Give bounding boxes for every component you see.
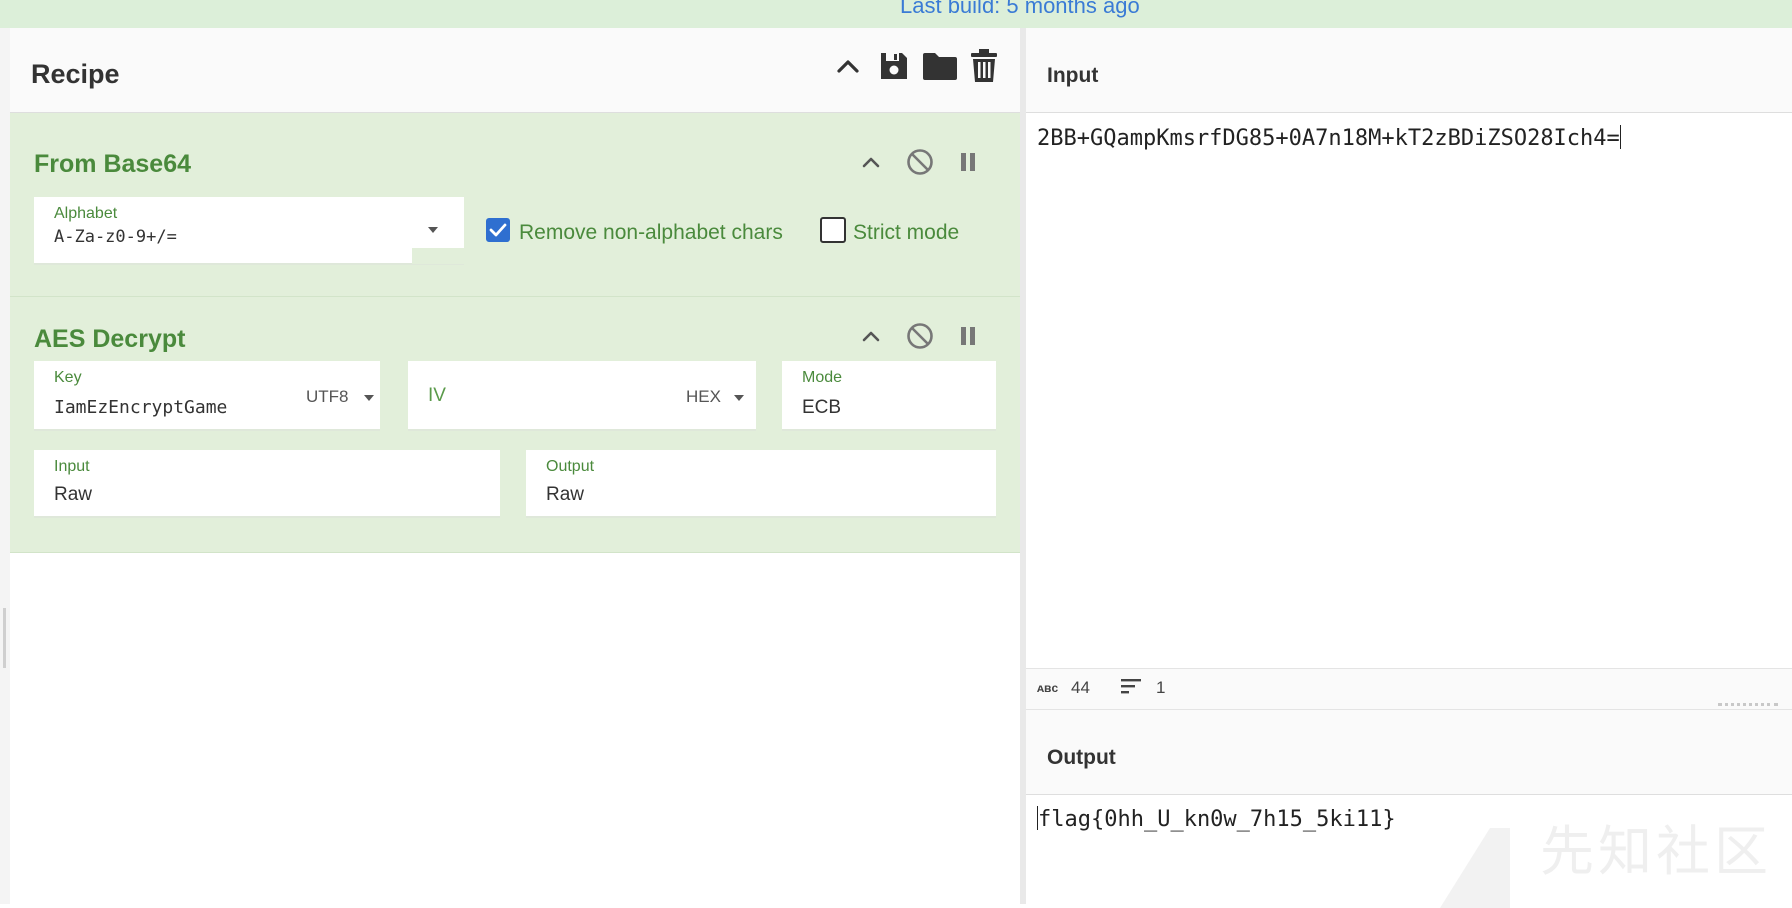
strict-mode-checkbox[interactable] (820, 217, 846, 243)
watermark-logo-icon (1440, 828, 1510, 908)
resize-handle[interactable] (1718, 703, 1778, 709)
disable-icon[interactable] (905, 321, 935, 351)
alphabet-label: Alphabet (54, 205, 118, 222)
alphabet-value: A-Za-z0-9+/= (54, 227, 177, 247)
text-cursor (1619, 125, 1621, 149)
abc-icon: ᴀʙᴄ (1037, 681, 1059, 695)
aes-input-label: Input (54, 458, 90, 475)
mode-value: ECB (802, 397, 842, 418)
op-title: AES Decrypt (34, 325, 186, 353)
input-text: 2BB+GQampKmsrfDG85+0A7n18M+kT2zBDiZSO28I… (1037, 126, 1620, 151)
iv-field[interactable]: IV HEX (408, 361, 756, 431)
chevron-down-icon[interactable] (428, 227, 438, 233)
input-lines: 1 (1156, 678, 1166, 697)
field-notch (412, 248, 464, 264)
input-status-bar: ᴀʙᴄ 44 1 (1026, 668, 1792, 710)
aes-input-value: Raw (54, 484, 93, 505)
op-title: From Base64 (34, 150, 192, 178)
strict-mode-label: Strict mode (853, 221, 960, 244)
output-textarea[interactable]: flag{0hh_U_kn0w_7h15_5ki11} (1037, 806, 1396, 832)
aes-output-field[interactable]: Output Raw (526, 450, 996, 518)
collapse-icon[interactable] (856, 321, 886, 351)
chevron-down-icon[interactable] (734, 395, 744, 401)
watermark-text: 先知社区 (1540, 820, 1772, 883)
folder-icon[interactable] (922, 46, 958, 86)
alphabet-field[interactable]: Alphabet A-Za-z0-9+/= (34, 197, 464, 265)
output-text: flag{0hh_U_kn0w_7h15_5ki11} (1038, 807, 1396, 832)
collapse-icon[interactable] (856, 147, 886, 177)
aes-input-field[interactable]: Input Raw (34, 450, 500, 518)
mode-field[interactable]: Mode ECB (782, 361, 996, 431)
aes-output-label: Output (546, 458, 595, 475)
iv-placeholder: IV (428, 385, 446, 406)
key-field[interactable]: Key IamEzEncryptGame UTF8 (34, 361, 380, 431)
input-title: Input (1047, 64, 1099, 87)
mode-label: Mode (802, 369, 843, 386)
breakpoint-icon[interactable] (953, 321, 983, 351)
io-panel: Input 2BB+GQampKmsrfDG85+0A7n18M+kT2zBDi… (1026, 28, 1792, 904)
op-aes-decrypt: AES Decrypt Key IamEzEncryptGame UTF8 IV… (10, 297, 1020, 553)
aes-output-value: Raw (546, 484, 585, 505)
input-textarea[interactable]: 2BB+GQampKmsrfDG85+0A7n18M+kT2zBDiZSO28I… (1037, 125, 1621, 151)
chevron-up-icon[interactable] (830, 46, 866, 86)
key-label: Key (54, 369, 82, 386)
last-build-link[interactable]: Last build: 5 months ago (900, 0, 1140, 19)
output-title: Output (1047, 746, 1116, 769)
save-icon[interactable] (876, 46, 912, 86)
recipe-panel: Recipe From Base64 Alphabet A-Za-z0-9+/= (10, 28, 1026, 904)
input-length: 44 (1071, 678, 1090, 697)
key-encoding-button[interactable]: UTF8 (306, 387, 349, 407)
lines-icon (1120, 676, 1142, 701)
breakpoint-icon[interactable] (953, 147, 983, 177)
input-header: Input (1026, 28, 1792, 113)
disable-icon[interactable] (905, 147, 935, 177)
resize-gutter[interactable] (3, 608, 6, 668)
top-bar: Last build: 5 months ago (0, 0, 1792, 29)
chevron-down-icon[interactable] (364, 395, 374, 401)
recipe-header: Recipe (10, 28, 1020, 113)
output-header: Output (1026, 710, 1792, 795)
trash-icon[interactable] (966, 46, 1002, 86)
recipe-title: Recipe (31, 59, 120, 89)
iv-encoding-button[interactable]: HEX (686, 387, 721, 407)
key-value: IamEzEncryptGame (54, 397, 228, 418)
remove-nonalpha-label: Remove non-alphabet chars (519, 221, 783, 244)
remove-nonalpha-checkbox[interactable] (486, 218, 510, 242)
op-from-base64: From Base64 Alphabet A-Za-z0-9+/= Remove… (10, 113, 1020, 297)
